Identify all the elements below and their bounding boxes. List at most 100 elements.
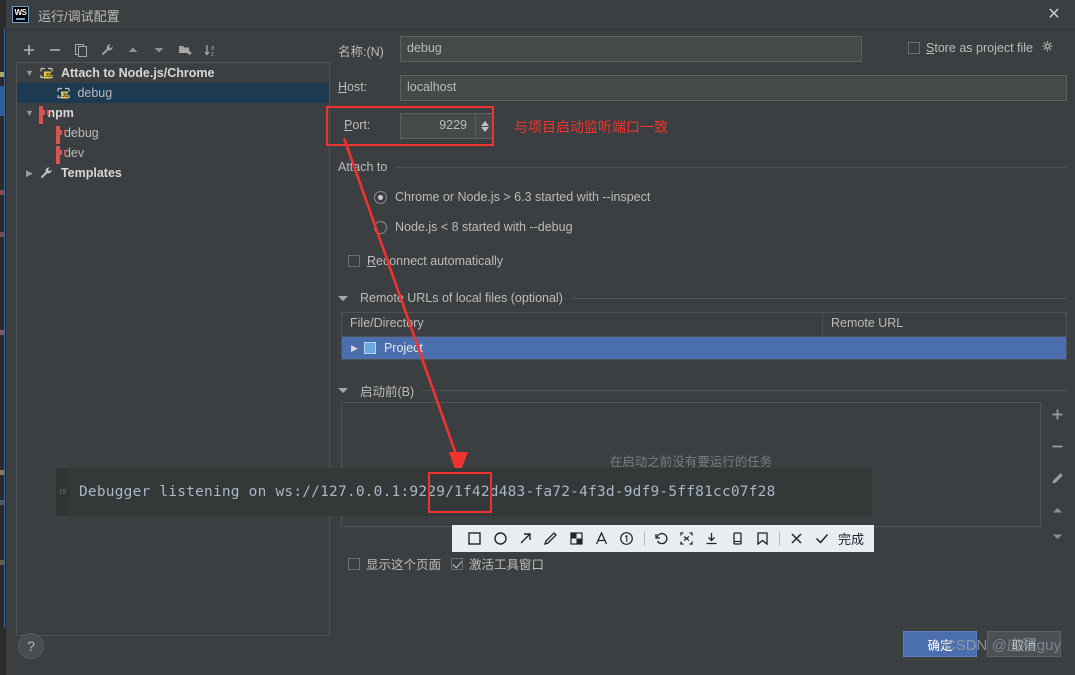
edit-task-button[interactable] <box>1044 466 1070 490</box>
reconnect-automatically-row[interactable]: Reconnect automatically <box>348 254 503 268</box>
name-label: 名称:(N) <box>338 45 384 59</box>
attach-to-label: Attach to <box>338 160 388 174</box>
tree-item-label: dev <box>63 146 85 160</box>
show-page-option[interactable]: 显示这个页面 <box>348 554 441 573</box>
remove-task-button[interactable] <box>1044 434 1070 458</box>
webstorm-icon: WS <box>12 6 29 23</box>
tree-item-npm[interactable]: ▼ npm <box>17 103 329 124</box>
show-page-checkbox[interactable] <box>348 557 360 570</box>
npm-icon <box>39 106 44 124</box>
download-icon[interactable] <box>699 526 724 551</box>
task-move-up-button[interactable] <box>1044 498 1070 522</box>
pencil-icon[interactable] <box>538 526 563 551</box>
edit-templates-button[interactable] <box>94 39 120 61</box>
configurations-tree[interactable]: ▼ JS Attach to Node.js/Chrome ▼ ▼ JS deb… <box>16 62 330 636</box>
circle-icon[interactable] <box>487 526 512 551</box>
reconnect-automatically-checkbox[interactable] <box>348 255 360 267</box>
chevron-down-icon[interactable] <box>338 295 348 301</box>
expand-triangle-icon[interactable]: ▼ <box>23 63 36 83</box>
check-icon[interactable] <box>810 526 835 551</box>
project-folder-icon <box>364 342 377 354</box>
close-icon[interactable]: ✕ <box>1039 4 1069 26</box>
help-button[interactable]: ? <box>18 633 44 659</box>
remove-configuration-button[interactable] <box>42 39 68 61</box>
webstorm-icon-text: WS <box>14 8 27 17</box>
screenshot-annotation-toolbar: 完成 <box>452 525 874 552</box>
radio-option-node-debug[interactable]: Node.js < 8 started with --debug <box>374 216 650 238</box>
remote-urls-table[interactable]: File/Directory Remote URL ▶ Project <box>341 312 1067 360</box>
number-circle-icon[interactable] <box>614 526 639 551</box>
close-x-icon[interactable] <box>784 526 809 551</box>
radio-button-inspect[interactable] <box>374 190 387 204</box>
letter-a-icon[interactable] <box>589 526 614 551</box>
configurations-toolbar: az <box>16 38 326 62</box>
nodejs-js-icon: JS <box>39 66 54 80</box>
tree-item-debug-attach[interactable]: ▼ ▼ JS debug <box>17 83 329 103</box>
radio-option-chrome-inspect[interactable]: Chrome or Node.js > 6.3 started with --i… <box>374 186 650 208</box>
before-launch-section-header[interactable]: 启动前(B) <box>338 381 1067 400</box>
bookmark-icon[interactable] <box>750 526 775 551</box>
tree-item-label: debug <box>63 126 99 140</box>
remote-urls-section-header[interactable]: Remote URLs of local files (optional) <box>338 291 1067 305</box>
host-input[interactable]: localhost <box>400 75 1067 101</box>
title-bar: WS 运行/调试配置 ✕ <box>6 0 1075 30</box>
page-title: 运行/调试配置 <box>38 9 120 24</box>
chevron-down-icon[interactable] <box>338 388 348 393</box>
table-cell-file-directory: Project <box>383 341 423 355</box>
tree-item-attach-to-nodejs-chrome[interactable]: ▼ JS Attach to Node.js/Chrome <box>17 63 329 83</box>
name-input[interactable]: debug <box>400 36 862 62</box>
radio-button-debug[interactable] <box>374 220 387 234</box>
console-line-number: 19 <box>56 468 69 516</box>
cancel-button[interactable]: 取消 <box>987 631 1061 657</box>
tree-item-npm-debug[interactable]: ▼ ▼ debug <box>17 123 329 144</box>
reconnect-automatically-label: Reconnect automatically <box>367 254 504 268</box>
gear-icon[interactable] <box>1041 40 1054 56</box>
wrench-icon <box>39 166 54 180</box>
attach-to-section-header: Attach to <box>338 160 1067 174</box>
mosaic-icon[interactable] <box>563 526 588 551</box>
done-button[interactable]: 完成 <box>838 529 864 548</box>
remote-urls-label: Remote URLs of local files (optional) <box>360 291 563 305</box>
show-page-label: 显示这个页面 <box>366 558 442 572</box>
host-row: Host: localhost <box>338 75 1067 101</box>
activate-tool-window-checkbox[interactable] <box>451 557 464 570</box>
expand-triangle-icon[interactable]: ▼ <box>23 103 36 123</box>
column-header-remote-url: Remote URL <box>831 316 904 330</box>
ocr-brackets-icon[interactable] <box>674 526 699 551</box>
radio-label: Chrome or Node.js > 6.3 started with --i… <box>395 190 651 204</box>
svg-text:z: z <box>211 52 214 58</box>
add-configuration-button[interactable] <box>16 39 42 61</box>
arrow-up-right-icon[interactable] <box>513 526 538 551</box>
copy-configuration-button[interactable] <box>68 39 94 61</box>
store-as-project-file-checkbox[interactable] <box>908 42 920 54</box>
host-label: Host: <box>338 80 368 94</box>
before-launch-side-toolbar <box>1044 402 1070 548</box>
bottom-options-row: 显示这个页面 激活工具窗口 <box>348 554 544 573</box>
square-icon[interactable] <box>462 526 487 551</box>
phone-icon[interactable] <box>725 526 750 551</box>
editor-edge-strip <box>0 0 6 675</box>
tree-item-label: Attach to Node.js/Chrome <box>60 66 215 80</box>
expand-triangle-icon[interactable]: ▶ <box>348 337 361 359</box>
radio-label: Node.js < 8 started with --debug <box>395 220 573 234</box>
move-up-button[interactable] <box>120 39 146 61</box>
activate-tool-window-option[interactable]: 激活工具窗口 <box>451 554 544 573</box>
add-task-button[interactable] <box>1044 402 1070 426</box>
ok-button[interactable]: 确定 <box>903 631 977 657</box>
new-folder-button[interactable] <box>172 39 198 61</box>
column-header-file-directory: File/Directory <box>342 313 823 336</box>
name-row: 名称:(N) debug SStore as project filetore … <box>338 36 1067 62</box>
undo-icon[interactable] <box>648 526 673 551</box>
collapse-triangle-icon[interactable]: ▶ <box>23 163 36 183</box>
table-row[interactable]: ▶ Project <box>342 337 1066 359</box>
svg-text:JS: JS <box>45 73 52 79</box>
attach-to-radio-group: Chrome or Node.js > 6.3 started with --i… <box>374 186 650 238</box>
tree-item-npm-dev[interactable]: ▼ ▼ dev <box>17 143 329 164</box>
store-as-project-file-label: SStore as project filetore as project fi… <box>926 41 1034 55</box>
tree-item-templates[interactable]: ▶ Templates <box>17 163 329 183</box>
store-as-project-file-row[interactable]: SStore as project filetore as project fi… <box>908 40 1054 56</box>
sort-configurations-button[interactable]: az <box>198 39 224 61</box>
task-move-down-button[interactable] <box>1044 524 1070 548</box>
npm-icon <box>55 126 60 144</box>
move-down-button[interactable] <box>146 39 172 61</box>
